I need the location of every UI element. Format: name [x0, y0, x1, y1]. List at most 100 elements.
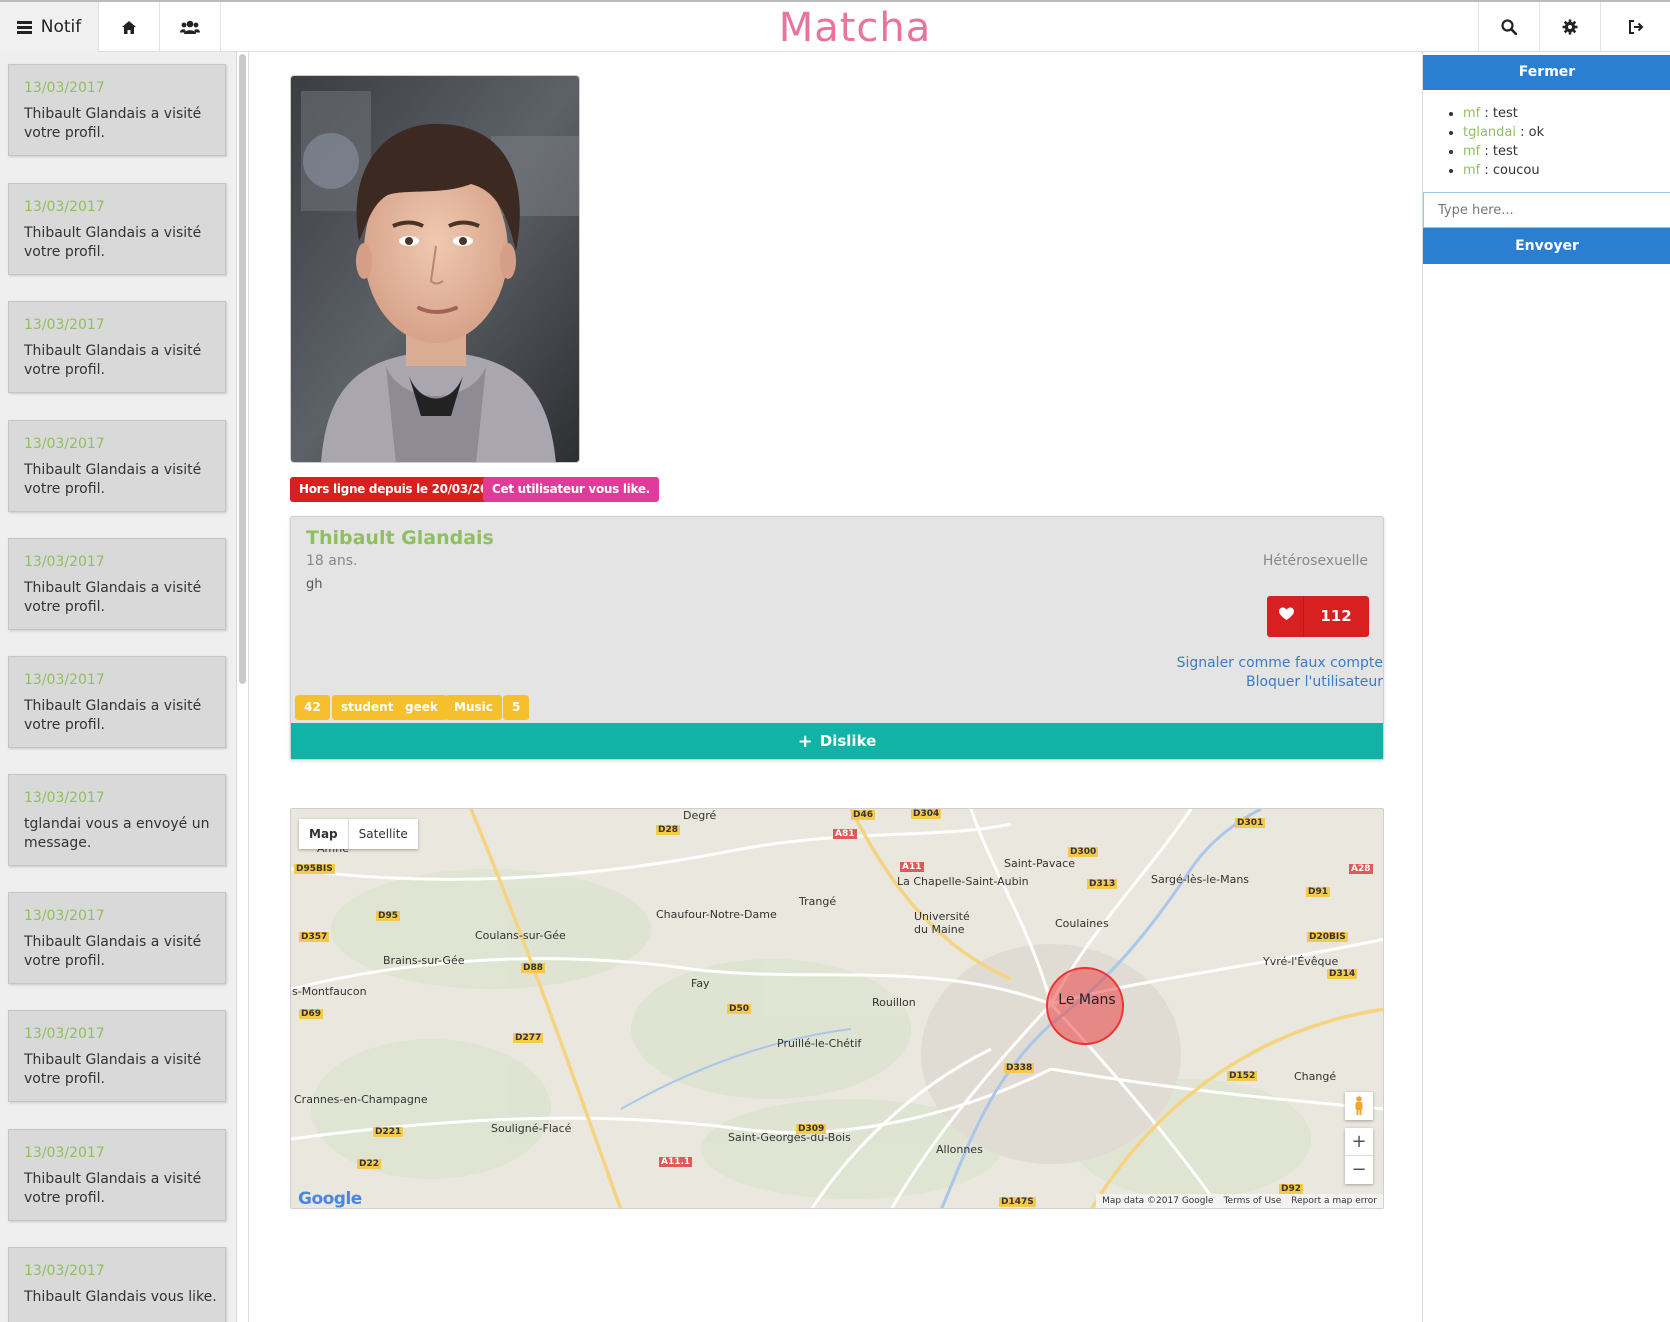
logout-button[interactable] — [1600, 2, 1670, 52]
notification-item[interactable]: 13/03/2017 Thibault Glandais a visité vot… — [8, 656, 226, 748]
notification-date: 13/03/2017 — [24, 317, 105, 333]
settings-button[interactable] — [1539, 2, 1600, 52]
dislike-button[interactable]: + Dislike — [291, 723, 1383, 759]
notification-item[interactable]: 13/03/2017 Thibault Glandais a visité vot… — [8, 892, 226, 984]
chat-message-input[interactable] — [1423, 192, 1670, 228]
road-shield: A81 — [833, 829, 857, 839]
notification-text: Thibault Glandais a visité votre profil. — [24, 106, 202, 141]
google-logo: Google — [298, 1189, 362, 1209]
notifications-sidebar: 13/03/2017 Thibault Glandais a visité vot… — [0, 52, 237, 1322]
chat-message-text: test — [1492, 106, 1518, 121]
offline-status-badge: Hors ligne depuis le 20/03/2017 — [290, 477, 514, 502]
road-shield: D152 — [1227, 1071, 1258, 1081]
map-center-label: Le Mans — [1058, 992, 1116, 1008]
notification-item[interactable]: 13/03/2017 tglandai vous a envoyé un mess… — [8, 774, 226, 866]
home-icon — [122, 20, 136, 34]
block-user-link[interactable]: Bloquer l'utilisateur — [1246, 674, 1383, 690]
location-map[interactable]: Degré Amne Saint-Pavace La Chapelle-Sain… — [290, 808, 1384, 1209]
map-type-map-button[interactable]: Map — [299, 819, 348, 849]
zoom-out-button[interactable]: − — [1345, 1156, 1373, 1184]
report-fake-account-link[interactable]: Signaler comme faux compte — [1177, 655, 1383, 671]
road-shield: D28 — [656, 825, 680, 835]
chat-send-button[interactable]: Envoyer — [1423, 228, 1670, 264]
map-type-satellite-button[interactable]: Satellite — [347, 819, 418, 849]
road-shield: D92 — [1279, 1184, 1303, 1194]
gear-icon — [1562, 19, 1578, 35]
road-shield: D69 — [299, 1009, 323, 1019]
chat-message: mf : test — [1463, 104, 1544, 123]
road-shield: D304 — [911, 809, 942, 819]
map-report-link[interactable]: Report a map error — [1291, 1194, 1377, 1208]
road-shield: D20BIS — [1307, 932, 1348, 942]
chat-close-button[interactable]: Fermer — [1423, 55, 1670, 90]
search-button[interactable] — [1478, 2, 1539, 52]
chat-message-user[interactable]: mf — [1463, 144, 1480, 159]
chat-message-user[interactable]: mf — [1463, 106, 1480, 121]
pegman-icon — [1355, 1096, 1363, 1115]
profile-photo — [290, 75, 580, 463]
notification-item[interactable]: 13/03/2017 Thibault Glandais vous like. — [8, 1247, 226, 1322]
notif-toggle-button[interactable]: Notif — [0, 2, 99, 52]
road-shield: A28 — [1349, 864, 1373, 874]
notification-item[interactable]: 13/03/2017 Thibault Glandais a visité vot… — [8, 301, 226, 393]
notification-item[interactable]: 13/03/2017 Thibault Glandais a visité vot… — [8, 420, 226, 512]
road-shield: D313 — [1087, 879, 1118, 889]
likes-you-badge: Cet utilisateur vous like. — [483, 477, 659, 502]
chat-message: mf : coucou — [1463, 161, 1544, 180]
notification-date: 13/03/2017 — [24, 199, 105, 215]
interest-tag[interactable]: 5 — [503, 695, 530, 720]
notification-item[interactable]: 13/03/2017 Thibault Glandais a visité vot… — [8, 538, 226, 630]
road-shield: D50 — [727, 1004, 751, 1014]
chat-message-text: coucou — [1492, 163, 1540, 178]
notification-text: Thibault Glandais a visité votre profil. — [24, 934, 202, 969]
notification-date: 13/03/2017 — [24, 554, 105, 570]
notification-text: tglandai vous a envoyé un message. — [24, 816, 210, 851]
like-count: 112 — [1320, 607, 1352, 625]
chat-message-user[interactable]: mf — [1463, 163, 1480, 178]
profile-name: Thibault Glandais — [306, 527, 494, 549]
map-type-toggle: Map Satellite — [299, 819, 418, 849]
chat-message: tglandai : ok — [1463, 123, 1544, 142]
search-icon — [1501, 19, 1517, 35]
notification-date: 13/03/2017 — [24, 1145, 105, 1161]
notification-item[interactable]: 13/03/2017 Thibault Glandais a visité vot… — [8, 1129, 226, 1221]
road-shield: D314 — [1327, 969, 1358, 979]
notification-text: Thibault Glandais a visité votre profil. — [24, 343, 202, 378]
like-button[interactable]: 112 — [1267, 596, 1369, 637]
zoom-in-button[interactable]: + — [1345, 1128, 1373, 1156]
notification-date: 13/03/2017 — [24, 908, 105, 924]
brand-logo[interactable]: Matcha — [700, 2, 1010, 52]
interest-tag[interactable]: Music — [445, 695, 502, 720]
hamburger-icon — [16, 21, 32, 34]
interest-tag[interactable]: geek — [396, 695, 447, 720]
interest-tag[interactable]: student — [332, 695, 403, 720]
profile-card: Thibault Glandais 18 ans. Hétérosexuelle… — [290, 516, 1384, 760]
chat-message-text: test — [1492, 144, 1518, 159]
scrollbar-thumb[interactable] — [239, 54, 246, 684]
logout-icon — [1628, 20, 1643, 34]
dislike-label: Dislike — [819, 732, 877, 750]
road-shield: D46 — [851, 810, 875, 820]
chat-message-text: ok — [1528, 125, 1545, 140]
map-terms-link[interactable]: Terms of Use — [1224, 1194, 1282, 1208]
notification-date: 13/03/2017 — [24, 790, 105, 806]
notification-item[interactable]: 13/03/2017 Thibault Glandais a visité vot… — [8, 64, 226, 156]
minus-icon: − — [1351, 1159, 1367, 1180]
sidebar-scrollbar[interactable] — [237, 52, 249, 1322]
road-shield: A11.1 — [659, 1157, 693, 1167]
chat-message-user[interactable]: tglandai — [1463, 125, 1516, 140]
road-shield: D147S — [999, 1197, 1036, 1207]
notification-item[interactable]: 13/03/2017 Thibault Glandais a visité vot… — [8, 1010, 226, 1102]
users-button[interactable] — [160, 2, 221, 52]
profile-bio: gh — [306, 577, 323, 592]
street-view-pegman[interactable] — [1345, 1092, 1373, 1120]
road-shield: D338 — [1004, 1063, 1035, 1073]
plus-icon: + — [1351, 1131, 1367, 1152]
map-attribution-bar: Map data ©2017 Google Terms of Use Repor… — [1096, 1194, 1383, 1208]
chat-panel: Fermer mf : test tglandai : ok mf : test… — [1422, 52, 1670, 1322]
notification-item[interactable]: 13/03/2017 Thibault Glandais a visité vot… — [8, 183, 226, 275]
home-button[interactable] — [99, 2, 160, 52]
notification-text: Thibault Glandais a visité votre profil. — [24, 1052, 202, 1087]
notification-date: 13/03/2017 — [24, 1026, 105, 1042]
interest-tag[interactable]: 42 — [295, 695, 330, 720]
